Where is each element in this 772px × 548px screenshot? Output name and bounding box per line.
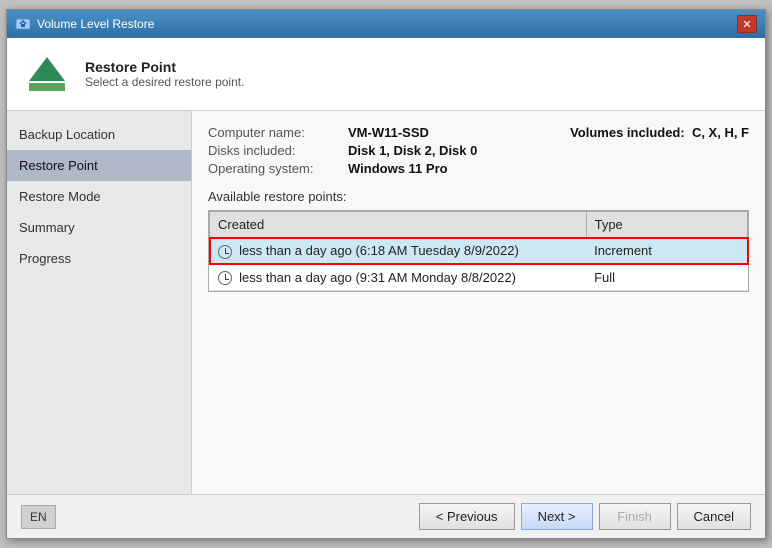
disks-row: Disks included: Disk 1, Disk 2, Disk 0 <box>208 143 477 158</box>
icon-bar <box>29 83 65 91</box>
os-value: Windows 11 Pro <box>348 161 448 176</box>
restore-point-type: Increment <box>586 238 747 265</box>
footer-buttons: < Previous Next > Finish Cancel <box>419 503 751 530</box>
sidebar: Backup Location Restore Point Restore Mo… <box>7 111 192 494</box>
cancel-button[interactable]: Cancel <box>677 503 751 530</box>
table-header-type: Type <box>586 212 747 238</box>
computer-name-label: Computer name: <box>208 125 348 140</box>
os-label: Operating system: <box>208 161 348 176</box>
disks-label: Disks included: <box>208 143 348 158</box>
table-wrapper: Created Type less than a day ago (6:18 A… <box>208 210 749 292</box>
finish-button[interactable]: Finish <box>599 503 671 530</box>
title-bar-icon <box>15 16 31 32</box>
volumes-value: C, X, H, F <box>692 125 749 140</box>
os-row: Operating system: Windows 11 Pro <box>208 161 477 176</box>
clock-icon <box>218 245 232 259</box>
footer: EN < Previous Next > Finish Cancel <box>7 494 765 538</box>
next-button[interactable]: Next > <box>521 503 593 530</box>
locale-badge: EN <box>21 505 56 529</box>
table-row[interactable]: less than a day ago (6:18 AM Tuesday 8/9… <box>210 238 748 265</box>
content-area: Computer name: VM-W11-SSD Disks included… <box>192 111 765 494</box>
arrow-up-icon <box>29 57 65 81</box>
sidebar-item-backup-location[interactable]: Backup Location <box>7 119 191 150</box>
sidebar-item-restore-mode[interactable]: Restore Mode <box>7 181 191 212</box>
volumes-right: Volumes included: C, X, H, F <box>570 125 749 140</box>
header-text: Restore Point Select a desired restore p… <box>85 59 244 89</box>
disks-value: Disk 1, Disk 2, Disk 0 <box>348 143 477 158</box>
sidebar-item-progress[interactable]: Progress <box>7 243 191 274</box>
clock-icon <box>218 271 232 285</box>
sidebar-item-summary[interactable]: Summary <box>7 212 191 243</box>
restore-icon <box>21 48 73 100</box>
restore-point-type: Full <box>586 264 747 291</box>
volumes-label: Volumes included: <box>570 125 685 140</box>
previous-button[interactable]: < Previous <box>419 503 515 530</box>
title-bar-title: Volume Level Restore <box>37 17 737 31</box>
restore-point-created: less than a day ago (9:31 AM Monday 8/8/… <box>210 264 587 291</box>
header-area: Restore Point Select a desired restore p… <box>7 38 765 111</box>
step-subtitle: Select a desired restore point. <box>85 75 244 89</box>
computer-name-value: VM-W11-SSD <box>348 125 429 140</box>
table-header-created: Created <box>210 212 587 238</box>
close-button[interactable]: ✕ <box>737 15 757 33</box>
title-bar: Volume Level Restore ✕ <box>7 10 765 38</box>
restore-table: Created Type less than a day ago (6:18 A… <box>209 211 748 291</box>
left-info: Computer name: VM-W11-SSD Disks included… <box>208 125 477 179</box>
restore-point-created: less than a day ago (6:18 AM Tuesday 8/9… <box>210 238 587 265</box>
main-content: Backup Location Restore Point Restore Mo… <box>7 111 765 494</box>
computer-name-row: Computer name: VM-W11-SSD <box>208 125 477 140</box>
available-label: Available restore points: <box>208 189 749 204</box>
step-title: Restore Point <box>85 59 244 75</box>
table-row[interactable]: less than a day ago (9:31 AM Monday 8/8/… <box>210 264 748 291</box>
top-info: Computer name: VM-W11-SSD Disks included… <box>208 125 749 179</box>
sidebar-item-restore-point[interactable]: Restore Point <box>7 150 191 181</box>
main-window: Volume Level Restore ✕ Restore Point Sel… <box>6 9 766 539</box>
